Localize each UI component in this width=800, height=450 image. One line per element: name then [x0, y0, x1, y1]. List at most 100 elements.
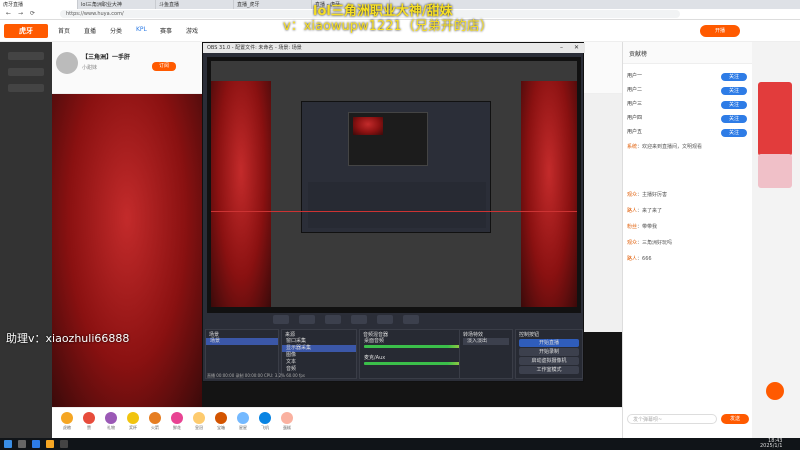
gift-label: 奖杯	[129, 425, 137, 430]
source-item[interactable]: 音频	[282, 366, 356, 373]
chat-line: 粉丝：带带我	[627, 224, 658, 230]
nav-item[interactable]: 分类	[110, 26, 122, 35]
source-item[interactable]: 文本	[282, 359, 356, 366]
nav-item[interactable]: KPL	[136, 26, 147, 33]
start-recording-button[interactable]: 开始录制	[519, 348, 579, 356]
sidebar-item[interactable]	[8, 52, 44, 60]
chat-input[interactable]: 发个弹幕呗~	[627, 414, 717, 424]
clock: 18:43 2025/1/1	[760, 439, 782, 449]
avatar[interactable]	[56, 52, 78, 74]
nested-preview	[211, 61, 577, 307]
source-item[interactable]: 显示器采集	[282, 345, 356, 352]
source-item[interactable]: 窗口采集	[282, 338, 356, 345]
sidebar-item[interactable]	[8, 84, 44, 92]
rank-row[interactable]: 用户五 关注	[627, 128, 749, 138]
gift-item[interactable]: 奖杯	[124, 412, 142, 434]
rank-row[interactable]: 用户四 关注	[627, 114, 749, 124]
virtual-camera-button[interactable]: 启动虚拟摄像机	[519, 357, 579, 365]
gift-item[interactable]: 蛋糕	[278, 412, 296, 434]
obs-button-row	[203, 315, 585, 325]
rank-name: 用户五	[627, 129, 643, 135]
obs-button[interactable]	[351, 315, 367, 324]
gift-icon	[259, 412, 271, 424]
windows-icon[interactable]	[4, 440, 12, 448]
obs-icon[interactable]	[60, 440, 68, 448]
rank-row[interactable]: 用户二 关注	[627, 86, 749, 96]
browser-icon[interactable]	[32, 440, 40, 448]
obs-button[interactable]	[299, 315, 315, 324]
scene-item[interactable]: 场景	[206, 338, 278, 345]
nav-item[interactable]: 直播	[84, 26, 96, 35]
gift-item[interactable]: 火箭	[146, 412, 164, 434]
rank-pill[interactable]: 关注	[721, 115, 747, 123]
rank-pill[interactable]: 关注	[721, 87, 747, 95]
gift-label: 星星	[239, 425, 247, 430]
start-streaming-button[interactable]: 开始直播	[519, 339, 579, 347]
obs-preview[interactable]	[207, 57, 581, 313]
back-icon[interactable]: ←	[6, 10, 11, 17]
chat-text: 来了来了	[642, 208, 663, 214]
gift-item[interactable]: 鲜花	[168, 412, 186, 434]
taskbar: 18:43 2025/1/1	[0, 438, 800, 450]
transition-select[interactable]: 淡入淡出	[463, 338, 509, 345]
send-button[interactable]: 发送	[721, 414, 749, 424]
browser-tab[interactable]: 斗鱼直播	[156, 0, 234, 9]
browser-tab[interactable]: 直播_虎牙	[234, 0, 312, 9]
obs-window: OBS 31.0 - 配置文件: 未命名 - 场景: 场景 – ✕ 场景 场景 …	[202, 42, 585, 382]
rank-name: 用户四	[627, 115, 643, 121]
rank-title: 贡献榜	[629, 51, 648, 58]
obs-button[interactable]	[325, 315, 341, 324]
gift-item[interactable]: 礼物	[102, 412, 120, 434]
browser-tab[interactable]: 虎牙直播	[0, 0, 78, 9]
minimize-icon[interactable]: –	[560, 44, 563, 51]
rank-header: 贡献榜	[623, 42, 753, 64]
promo-banner[interactable]	[758, 82, 792, 156]
gift-icon	[105, 412, 117, 424]
forward-icon[interactable]: →	[18, 10, 23, 17]
nav-item[interactable]: 赛事	[160, 26, 172, 35]
source-item[interactable]: 图像	[282, 352, 356, 359]
floating-action[interactable]	[766, 382, 784, 400]
gift-item[interactable]: 虎粮	[58, 412, 76, 434]
obs-button[interactable]	[273, 315, 289, 324]
search-icon[interactable]	[18, 440, 26, 448]
gift-item[interactable]: 宝箱	[212, 412, 230, 434]
chat-line: 系统：欢迎来到直播间，文明观看	[627, 144, 703, 150]
chat-user: 路人	[627, 208, 638, 214]
close-icon[interactable]: ✕	[574, 44, 579, 51]
browser-tab[interactable]: lol三角洲职业大神	[78, 0, 156, 9]
scenes-panel: 场景 场景	[205, 329, 279, 379]
gift-item[interactable]: 飞机	[256, 412, 274, 434]
panel-title: 来源	[285, 332, 296, 338]
gift-item[interactable]: 皇冠	[190, 412, 208, 434]
screen: 虎牙直播 lol三角洲职业大神 斗鱼直播 直播_虎牙 直播 - 虎牙 ← → ⟳…	[0, 0, 800, 450]
nav-item[interactable]: 首页	[58, 26, 70, 35]
gift-item[interactable]: 星星	[234, 412, 252, 434]
nav-item[interactable]: 游戏	[186, 26, 198, 35]
follow-button[interactable]: 订阅	[152, 62, 176, 71]
go-live-button[interactable]: 开播	[700, 25, 740, 37]
folder-icon[interactable]	[46, 440, 54, 448]
obs-status-bar: 直播 00:00:00 录制 00:00:00 CPU: 3.2% 60.00 …	[207, 373, 305, 378]
obs-button[interactable]	[377, 315, 393, 324]
gift-item[interactable]: 赞	[80, 412, 98, 434]
right-panel: 贡献榜 用户一 关注 用户二 关注 用户三 关注 用户四 关注 用户五 关注 系统：欢迎来…	[622, 42, 753, 438]
stream-bg-left	[52, 92, 202, 407]
nested-bg	[521, 81, 577, 307]
sidebar-item[interactable]	[8, 68, 44, 76]
rank-pill[interactable]: 关注	[721, 101, 747, 109]
obs-button[interactable]	[403, 315, 419, 324]
gift-icon	[127, 412, 139, 424]
rank-row[interactable]: 用户一 关注	[627, 72, 749, 82]
gift-bar: 虎粮 赞 礼物 奖杯 火箭 鲜花 皇冠 宝箱 星星 飞机 蛋糕	[52, 407, 622, 438]
panel-title: 控制按钮	[519, 332, 540, 338]
rank-pill[interactable]: 关注	[721, 129, 747, 137]
reload-icon[interactable]: ⟳	[30, 10, 35, 17]
site-logo[interactable]: 虎牙	[4, 24, 48, 38]
rank-pill[interactable]: 关注	[721, 73, 747, 81]
promo-card[interactable]	[758, 154, 792, 188]
gift-icon	[215, 412, 227, 424]
nested-panels	[308, 182, 486, 228]
rank-row[interactable]: 用户三 关注	[627, 100, 749, 110]
chat-text: 666	[642, 256, 652, 262]
